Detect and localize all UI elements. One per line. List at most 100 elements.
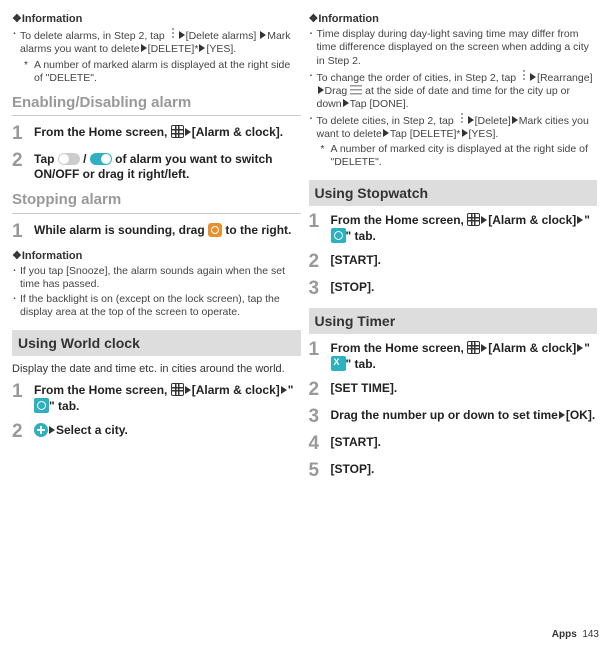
step-number: 4: [309, 434, 331, 453]
text: Tap [DONE].: [350, 98, 409, 110]
text: /: [80, 152, 90, 166]
text: [Alarm & clock].: [192, 125, 283, 139]
text: Tap [DELETE]*: [390, 128, 461, 140]
step-1: 1 From the Home screen, [Alarm & clock]"…: [12, 382, 301, 414]
arrow-icon: [260, 31, 266, 39]
text: Select a city.: [56, 423, 128, 437]
text: " tab.: [346, 229, 376, 243]
step-1: 1 While alarm is sounding, drag to the r…: [12, 222, 301, 241]
step-4: 4 [START].: [309, 434, 598, 453]
bullet-text: To delete alarms, in Step 2, tap [Delete…: [20, 28, 301, 56]
text: [YES].: [469, 128, 499, 140]
arrow-icon: [481, 216, 487, 224]
intro-text: Display the date and time etc. in cities…: [12, 362, 301, 376]
asterisk: *: [24, 59, 34, 85]
text: [YES].: [206, 43, 236, 55]
arrow-icon: [468, 116, 474, 124]
text: [Alarm & clock]: [488, 213, 576, 227]
step-number: 1: [12, 382, 34, 401]
step-number: 1: [12, 222, 34, 241]
section-heading: Stopping alarm: [12, 190, 301, 214]
text: From the Home screen,: [34, 125, 171, 139]
bullet-dot: ･: [12, 28, 20, 56]
text: [DELETE]*: [148, 43, 199, 55]
step-number: 2: [309, 252, 331, 271]
menu-icon: [519, 70, 529, 82]
bullet-text: To change the order of cities, in Step 2…: [317, 70, 598, 111]
arrow-icon: [49, 426, 55, 434]
stopwatch-tab-icon: [331, 228, 346, 243]
text: ": [584, 341, 590, 355]
bullet-dot: ･: [12, 293, 20, 319]
text: Tap: [34, 152, 58, 166]
bullet-dot: ･: [309, 113, 317, 141]
text: [Delete]: [475, 115, 511, 127]
text: [Alarm & clock]: [488, 341, 576, 355]
step-3: 3 [STOP].: [309, 279, 598, 298]
arrow-icon: [512, 116, 518, 124]
arrow-icon: [318, 86, 324, 94]
arrow-icon: [577, 344, 583, 352]
arrow-icon: [577, 216, 583, 224]
text: From the Home screen,: [34, 383, 171, 397]
step-number: 5: [309, 461, 331, 480]
arrow-icon: [199, 44, 205, 52]
step-number: 2: [309, 380, 331, 399]
step-1: 1 From the Home screen, [Alarm & clock].: [12, 124, 301, 143]
arrow-icon: [343, 99, 349, 107]
bullet-dot: ･: [309, 28, 317, 67]
step-body: [STOP].: [331, 279, 598, 295]
step-body: Tap / of alarm you want to switch ON/OFF…: [34, 151, 301, 182]
text: To delete cities, in Step 2, tap: [317, 115, 457, 127]
bullet-dot: ･: [12, 265, 20, 291]
arrow-icon: [383, 129, 389, 137]
text: " tab.: [346, 357, 376, 371]
arrow-icon: [185, 386, 191, 394]
asterisk: *: [321, 143, 331, 169]
note-text: A number of marked city is displayed at …: [331, 143, 598, 169]
text: [Alarm & clock]: [192, 383, 280, 397]
info-bullet: ･ To delete cities, in Step 2, tap [Dele…: [309, 113, 598, 141]
bullet-dot: ･: [309, 70, 317, 111]
left-column: ❖Information ･ To delete alarms, in Step…: [8, 8, 305, 625]
info-bullet: ･ If you tap [Snooze], the alarm sounds …: [12, 265, 301, 291]
step-3: 3 Drag the number up or down to set time…: [309, 407, 598, 426]
arrow-icon: [462, 129, 468, 137]
info-bullet: ･ If the backlight is on (except on the …: [12, 293, 301, 319]
text: To change the order of cities, in Step 2…: [317, 72, 520, 84]
info-heading: ❖Information: [309, 12, 598, 26]
add-icon: [34, 423, 48, 437]
step-body: [START].: [331, 434, 598, 450]
bullet-text: Time display during day-light saving tim…: [317, 28, 598, 67]
info-bullet: ･ To change the order of cities, in Step…: [309, 70, 598, 111]
step-body: [STOP].: [331, 461, 598, 477]
bullet-text: If you tap [Snooze], the alarm sounds ag…: [20, 265, 301, 291]
step-body: Drag the number up or down to set time[O…: [331, 407, 598, 423]
box-heading: Using Timer: [309, 308, 598, 334]
arrow-icon: [281, 386, 287, 394]
step-2: 2 Select a city.: [12, 422, 301, 441]
bullet-text: To delete cities, in Step 2, tap [Delete…: [317, 113, 598, 141]
step-body: From the Home screen, [Alarm & clock]"" …: [331, 340, 598, 372]
arrow-icon: [530, 73, 536, 81]
menu-icon: [168, 28, 178, 40]
toggle-on-icon: [90, 153, 112, 165]
right-column: ❖Information ･ Time display during day-l…: [305, 8, 602, 625]
step-body: From the Home screen, [Alarm & clock]"" …: [331, 212, 598, 244]
apps-icon: [467, 213, 480, 226]
step-2: 2 Tap / of alarm you want to switch ON/O…: [12, 151, 301, 182]
text: ": [584, 213, 590, 227]
timer-tab-icon: [331, 356, 346, 371]
apps-icon: [171, 383, 184, 396]
bullet-text: If the backlight is on (except on the lo…: [20, 293, 301, 319]
section-heading: Enabling/Disabling alarm: [12, 93, 301, 117]
box-heading: Using Stopwatch: [309, 180, 598, 206]
arrow-icon: [179, 31, 185, 39]
text: Drag: [325, 85, 351, 97]
text: to the right.: [222, 223, 291, 237]
step-1: 1 From the Home screen, [Alarm & clock]"…: [309, 340, 598, 372]
step-5: 5 [STOP].: [309, 461, 598, 480]
step-body: Select a city.: [34, 422, 301, 438]
step-body: [SET TIME].: [331, 380, 598, 396]
step-2: 2 [START].: [309, 252, 598, 271]
